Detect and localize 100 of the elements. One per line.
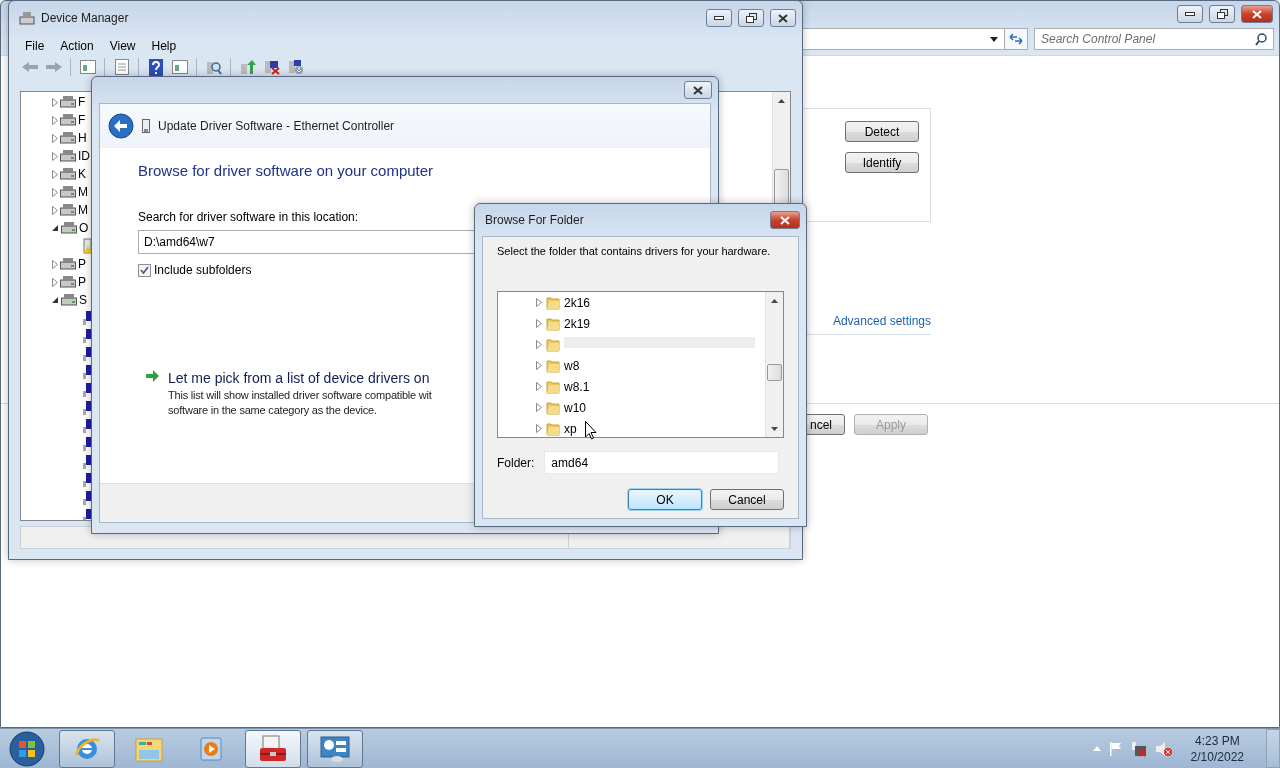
properties-icon (114, 59, 129, 75)
field-label: Folder: (497, 455, 535, 470)
clock[interactable]: 4:23 PM 2/10/2022 (1190, 732, 1244, 765)
close-button[interactable] (684, 81, 712, 99)
device-icon (60, 95, 76, 109)
tree-item[interactable]: P (78, 275, 86, 289)
arrow-icon (146, 370, 160, 382)
back-button[interactable] (108, 113, 134, 139)
tree-item[interactable]: ID (78, 149, 90, 163)
folder-icon (546, 358, 560, 373)
refresh-button[interactable] (1004, 28, 1028, 50)
expand-icon[interactable] (52, 97, 58, 107)
folder-icon (546, 421, 560, 436)
restore-button[interactable] (1209, 5, 1235, 23)
menu-item[interactable]: File (19, 37, 51, 55)
tree-item[interactable]: O (79, 221, 89, 235)
dialog-button[interactable]: Cancel (710, 489, 784, 510)
menu-item[interactable]: Action (54, 37, 100, 55)
menu-item[interactable]: Help (145, 37, 183, 55)
scrollbar[interactable] (765, 292, 783, 437)
menu-item[interactable]: View (103, 37, 142, 55)
folder-item[interactable]: w10 (564, 400, 586, 415)
maximize-button[interactable] (738, 9, 764, 27)
device-icon (60, 113, 76, 127)
folder-field[interactable]: amd64 (544, 451, 780, 474)
tree-item[interactable]: P (78, 257, 86, 271)
speaker-muted-icon[interactable] (1154, 740, 1173, 757)
flag-icon[interactable] (1108, 740, 1123, 757)
minimize-button[interactable] (706, 9, 732, 27)
device-manager-icon (19, 11, 35, 25)
dialog-button[interactable]: OK (628, 489, 702, 510)
restore-icon (745, 13, 757, 23)
pane-icon (79, 60, 96, 74)
close-button[interactable] (770, 211, 800, 229)
search-field[interactable]: Search Control Panel (1034, 28, 1274, 50)
expand-icon[interactable] (536, 424, 542, 433)
device-icon (60, 257, 76, 271)
checkbox[interactable] (138, 263, 151, 277)
device-icon (60, 203, 76, 217)
pick-driver-link[interactable]: Let me pick from a list of device drivers on (168, 370, 432, 386)
tree-item[interactable]: S (79, 293, 87, 307)
wizard-title: Update Driver Software - Ethernet Controller (158, 119, 395, 133)
uninstall-icon (263, 59, 280, 75)
close-button[interactable] (770, 9, 796, 27)
expand-icon[interactable] (536, 361, 542, 370)
scroll-up-icon (778, 98, 785, 103)
taskbar-button[interactable] (59, 729, 115, 768)
tree-item[interactable]: F (78, 113, 86, 127)
toolbar-button[interactable] (169, 58, 190, 76)
tree-item[interactable]: F (78, 95, 86, 109)
device-icon (60, 185, 76, 199)
start-orb-icon (9, 730, 45, 767)
folder-item[interactable]: 2k19 (564, 316, 591, 331)
folder-item[interactable]: 2k16 (564, 295, 591, 310)
expand-icon[interactable] (536, 298, 542, 307)
taskbar-button[interactable] (245, 729, 301, 768)
close-icon (693, 85, 703, 95)
toolbar-button[interactable] (77, 58, 98, 76)
expand-icon[interactable] (52, 277, 58, 287)
network-error-icon[interactable] (1130, 740, 1147, 757)
show-hidden-icons[interactable] (1092, 746, 1101, 751)
collapse-icon[interactable] (52, 224, 59, 232)
folder-item[interactable]: xp (564, 421, 577, 436)
minimize-button[interactable] (1177, 5, 1203, 23)
tree-item[interactable]: K (78, 167, 86, 181)
panel-button[interactable]: Detect (845, 121, 919, 142)
collapse-icon[interactable] (52, 296, 59, 304)
expand-icon[interactable] (52, 205, 58, 215)
checkbox-label: Include subfolders (154, 263, 252, 277)
device-icon (60, 275, 76, 289)
tree-item[interactable]: H (78, 131, 87, 145)
panel-button[interactable]: Identify (845, 152, 919, 173)
control-panel-icon (319, 734, 351, 763)
expand-icon[interactable] (52, 115, 58, 125)
expand-icon[interactable] (52, 151, 58, 161)
expand-icon[interactable] (536, 403, 542, 412)
expand-icon[interactable] (52, 169, 58, 179)
device-icon (60, 131, 76, 145)
taskbar-button[interactable] (307, 729, 363, 768)
folder-item[interactable]: w8 (564, 358, 580, 373)
expand-icon[interactable] (52, 133, 58, 143)
device-icon (61, 293, 77, 307)
help-icon (148, 58, 163, 76)
expand-icon[interactable] (536, 340, 542, 349)
advanced-settings-link[interactable]: Advanced settings (832, 314, 931, 328)
scroll-up-icon (771, 298, 778, 303)
close-button[interactable] (1241, 5, 1273, 23)
scroll-down-icon (771, 426, 778, 431)
back-arrow-icon (20, 61, 39, 73)
folder-item[interactable]: w8.1 (564, 379, 590, 394)
tree-item[interactable]: M (78, 203, 88, 217)
folder-icon (546, 379, 560, 394)
scrollbar-thumb[interactable] (767, 364, 782, 381)
expand-icon[interactable] (536, 382, 542, 391)
expand-icon[interactable] (52, 259, 58, 269)
expand-icon[interactable] (52, 187, 58, 197)
expand-icon[interactable] (536, 319, 542, 328)
tree-item[interactable]: M (78, 185, 88, 199)
forward-arrow-icon (44, 61, 63, 73)
dialog-title: Browse For Folder (485, 213, 585, 227)
